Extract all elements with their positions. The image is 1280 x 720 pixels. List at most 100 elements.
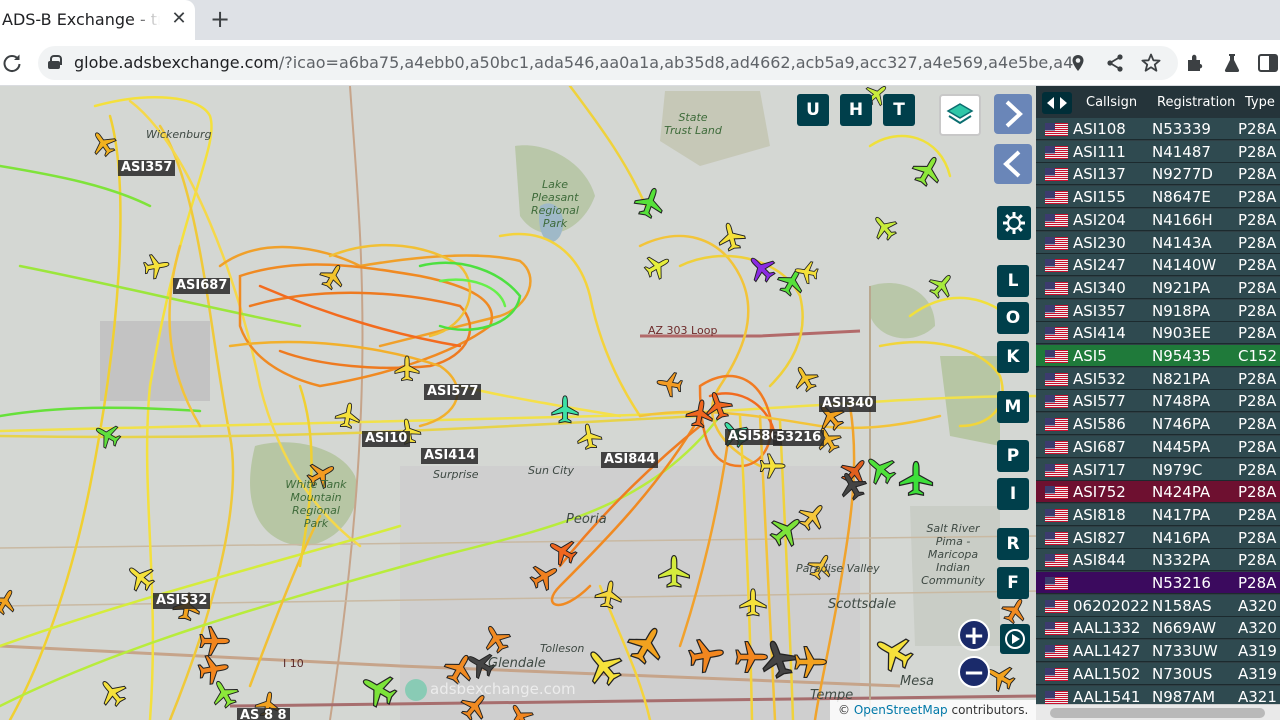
replay-icon[interactable] <box>1000 624 1030 654</box>
openstreetmap-link[interactable]: OpenStreetMap <box>854 703 948 717</box>
url-path: /?icao=a6ba75,a4ebb0,a50bc1,ada546,aa0a1… <box>278 53 1074 72</box>
aircraft-label[interactable]: ASI414 <box>421 448 479 464</box>
lab-icon[interactable] <box>1220 51 1244 75</box>
url-host: globe.adsbexchange.com <box>74 53 279 72</box>
map-button-o[interactable]: O <box>997 302 1029 334</box>
settings-gear-icon[interactable] <box>997 206 1031 240</box>
map-button-h[interactable]: H <box>840 94 872 126</box>
map-button-i[interactable]: I <box>997 478 1029 510</box>
cell-type: P28A <box>1238 483 1277 502</box>
table-row[interactable]: 06202022 N158AS A320 <box>1036 594 1280 617</box>
map-button-m[interactable]: M <box>997 391 1029 423</box>
us-flag-icon <box>1045 644 1068 659</box>
table-row[interactable]: ASI111 N41487 P28A <box>1036 140 1280 163</box>
aircraft-label[interactable]: ASI10 <box>362 431 411 447</box>
table-row[interactable]: ASI717 N979C P28A <box>1036 458 1280 481</box>
aircraft-label[interactable]: ASI340 <box>819 396 877 412</box>
table-row[interactable]: ASI204 N4166H P28A <box>1036 208 1280 231</box>
chevron-left-icon[interactable] <box>994 144 1032 184</box>
location-icon[interactable] <box>1067 52 1089 74</box>
scrollbar-thumb[interactable] <box>1050 708 1265 718</box>
expand-collapse-icon[interactable] <box>1042 92 1072 114</box>
table-row[interactable]: ASI577 N748PA P28A <box>1036 390 1280 413</box>
table-row[interactable]: ASI586 N746PA P28A <box>1036 413 1280 436</box>
table-row[interactable]: ASI230 N4143A P28A <box>1036 231 1280 254</box>
flight-map[interactable]: Wickenburg State Trust Land Lake Pleasan… <box>0 86 1040 720</box>
map-button-f[interactable]: F <box>997 567 1029 599</box>
cell-type: P28A <box>1238 505 1277 524</box>
cell-registration: N445PA <box>1152 437 1211 456</box>
url-text[interactable]: globe.adsbexchange.com/?icao=a6ba75,a4eb… <box>74 53 1074 72</box>
cell-callsign: AAL1332 <box>1073 619 1141 638</box>
cell-type: C152 <box>1238 347 1278 365</box>
us-flag-icon <box>1045 190 1068 205</box>
lock-icon[interactable] <box>48 55 62 69</box>
layers-button[interactable] <box>939 94 981 136</box>
table-row[interactable]: ASI340 N921PA P28A <box>1036 276 1280 299</box>
aircraft-label[interactable]: ASI844 <box>601 452 659 468</box>
us-flag-icon <box>1045 145 1068 159</box>
table-row[interactable]: ASI532 N821PA P28A <box>1036 367 1280 390</box>
aircraft-label[interactable]: AS 8 8 <box>237 708 290 720</box>
map-button-k[interactable]: K <box>997 341 1029 373</box>
table-row[interactable]: ASI108 N53339 P28A <box>1036 118 1280 140</box>
table-row[interactable]: ASI752 N424PA P28A <box>1036 481 1280 504</box>
table-row[interactable]: ASI155 N8647E P28A <box>1036 186 1280 209</box>
cell-type: P28A <box>1238 392 1277 411</box>
address-bar[interactable]: globe.adsbexchange.com/?icao=a6ba75,a4eb… <box>38 46 1178 80</box>
sidepanel-icon[interactable] <box>1256 51 1280 75</box>
table-row[interactable]: ASI818 N417PA P28A <box>1036 503 1280 526</box>
browser-tab[interactable]: ADS-B Exchange - track aircraft live ✕ <box>0 0 195 40</box>
aircraft-table-panel: Callsign Registration Type ASI108 N53339 P… <box>1036 86 1280 720</box>
aircraft-label[interactable]: ASI577 <box>424 384 482 400</box>
browser-toolbar: globe.adsbexchange.com/?icao=a6ba75,a4eb… <box>0 40 1280 86</box>
us-flag-icon <box>1045 326 1068 341</box>
map-button-t[interactable]: T <box>883 94 915 126</box>
table-row[interactable]: N53216 P28A <box>1036 572 1280 594</box>
table-row[interactable]: AAL1502 N730US A319 <box>1036 662 1280 685</box>
cell-callsign: ASI414 <box>1073 324 1126 343</box>
horizontal-scrollbar[interactable] <box>1036 704 1280 720</box>
aircraft-label[interactable]: 53216 <box>773 430 825 446</box>
cell-type: P28A <box>1238 574 1277 592</box>
share-icon[interactable] <box>1104 52 1126 74</box>
column-header-type[interactable]: Type <box>1245 95 1275 110</box>
map-button-p[interactable]: P <box>997 440 1029 472</box>
column-header-registration[interactable]: Registration <box>1157 95 1235 110</box>
table-row[interactable]: ASI5 N95435 C152 <box>1036 345 1280 367</box>
table-row[interactable]: ASI137 N9277D P28A <box>1036 163 1280 186</box>
table-row[interactable]: AAL1332 N669AW A320 <box>1036 617 1280 640</box>
table-row[interactable]: ASI247 N4140W P28A <box>1036 254 1280 277</box>
table-row[interactable]: ASI357 N918PA P28A <box>1036 299 1280 322</box>
cell-registration: N416PA <box>1152 528 1211 547</box>
table-row[interactable]: ASI844 N332PA P28A <box>1036 549 1280 572</box>
table-row[interactable]: ASI687 N445PA P28A <box>1036 435 1280 458</box>
aircraft-label[interactable]: ASI532 <box>153 593 211 609</box>
aircraft-label[interactable]: ASI357 <box>118 160 176 176</box>
zoom-in-button[interactable]: + <box>958 619 990 651</box>
extensions-icon[interactable] <box>1184 51 1208 75</box>
aircraft-label[interactable]: ASI687 <box>173 278 231 294</box>
column-header-callsign[interactable]: Callsign <box>1086 95 1137 110</box>
table-row[interactable]: ASI414 N903EE P28A <box>1036 322 1280 345</box>
map-button-l[interactable]: L <box>997 265 1029 297</box>
zoom-out-button[interactable]: − <box>958 656 990 688</box>
reload-icon[interactable] <box>0 51 24 75</box>
table-row[interactable]: ASI827 N416PA P28A <box>1036 526 1280 549</box>
cell-callsign: ASI111 <box>1073 142 1126 161</box>
adsbexchange-logo-icon <box>405 679 427 701</box>
tab-close-icon[interactable]: ✕ <box>168 8 190 30</box>
us-flag-icon <box>1045 394 1068 409</box>
cell-type: P28A <box>1238 120 1277 138</box>
table-row[interactable]: AAL1427 N733UW A319 <box>1036 640 1280 663</box>
cell-type: A321 <box>1238 687 1277 706</box>
map-button-r[interactable]: R <box>997 528 1029 560</box>
bookmark-star-icon[interactable] <box>1140 52 1162 74</box>
place-label: Tolleson <box>540 642 585 655</box>
chevron-right-icon[interactable] <box>994 94 1032 134</box>
new-tab-button[interactable]: + <box>206 5 234 33</box>
cell-registration: N918PA <box>1152 301 1211 320</box>
cell-registration: N748PA <box>1152 392 1211 411</box>
map-button-u[interactable]: U <box>797 94 829 126</box>
cell-type: A319 <box>1238 664 1277 683</box>
